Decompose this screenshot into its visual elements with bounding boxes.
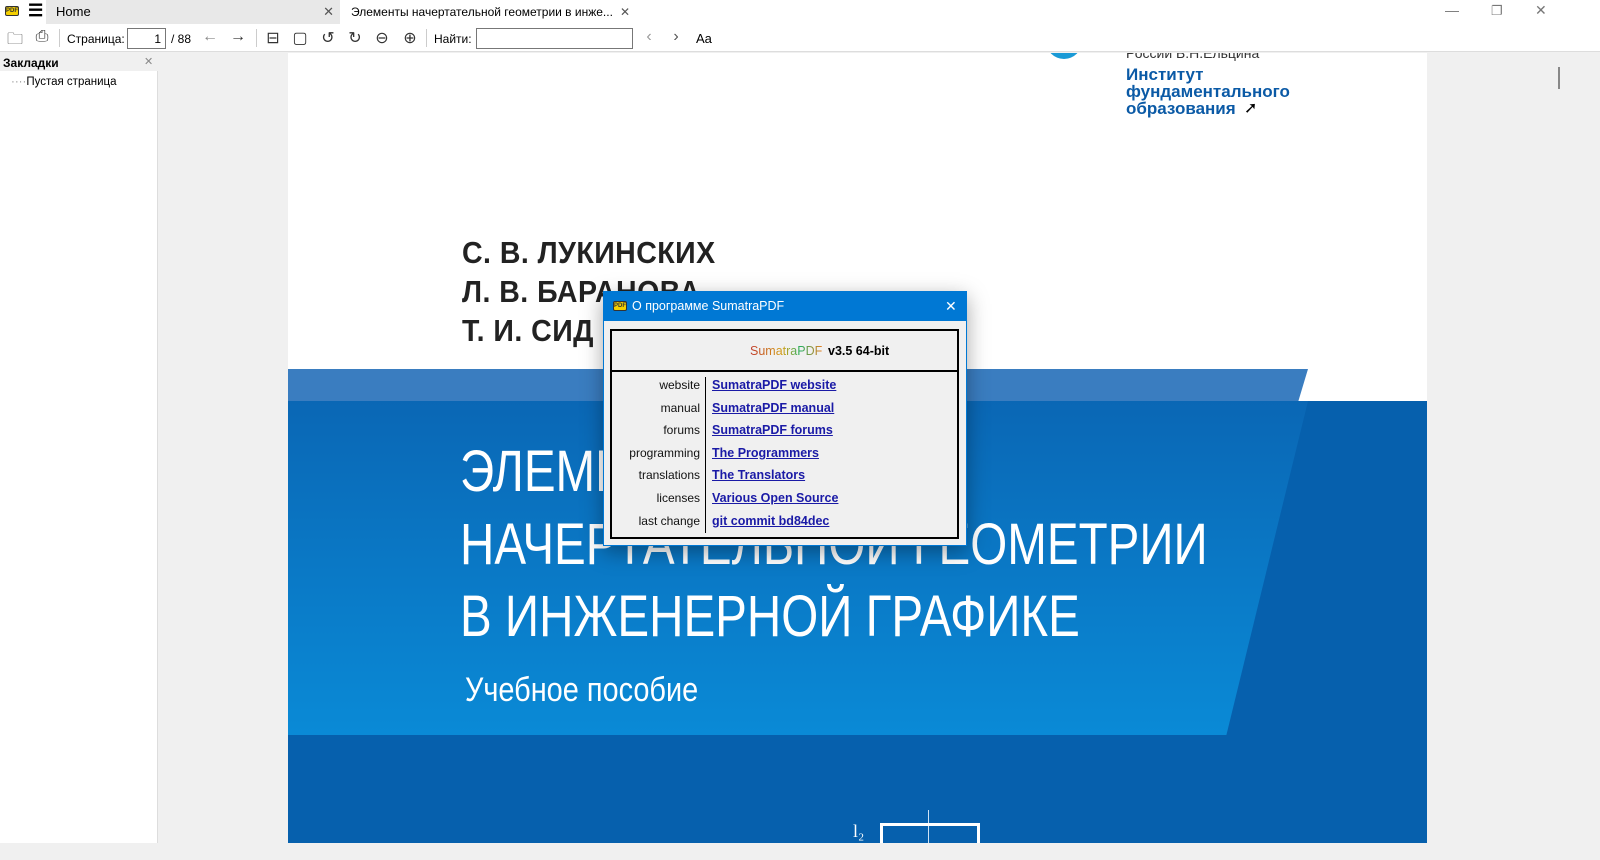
about-row-link[interactable]: git commit bd84dec xyxy=(712,514,829,528)
about-row-label: manual xyxy=(660,400,700,415)
app-logo-icon: PDF xyxy=(613,301,627,311)
about-box: SumatraPDF v3.5 64-bit website SumatraPD… xyxy=(610,329,959,539)
scrollbar-thumb[interactable] xyxy=(1558,67,1560,89)
about-row-label: licenses xyxy=(656,491,700,505)
next-page-icon[interactable]: → xyxy=(227,28,249,46)
about-row-link[interactable]: The Translators xyxy=(712,468,805,482)
close-sidebar-icon[interactable]: ✕ xyxy=(144,55,153,68)
scrollbar[interactable] xyxy=(1558,53,1600,843)
about-row-label: programming xyxy=(629,445,700,460)
tab-label: Home xyxy=(56,4,91,19)
print-icon[interactable]: ⎙ xyxy=(31,28,53,46)
university-logo-icon xyxy=(1046,53,1082,59)
about-row-link[interactable]: SumatraPDF website xyxy=(712,378,836,392)
menu-icon[interactable]: ☰ xyxy=(28,2,43,19)
toolbar: 🗀 ⎙ Страница: 1 / 88 ← → ⊟ ▢ ↺ ↻ ⊖ ⊕ Най… xyxy=(0,24,1600,52)
about-row-link[interactable]: Various Open Source xyxy=(712,491,838,505)
about-header: SumatraPDF v3.5 64-bit xyxy=(612,331,957,372)
sidebar-title: Закладки xyxy=(3,56,59,70)
close-icon[interactable]: ✕ xyxy=(323,0,334,24)
dialog-close-button[interactable]: ✕ xyxy=(945,292,957,321)
app-logo-icon: PDF xyxy=(5,6,19,16)
about-row-label: translations xyxy=(638,468,700,483)
page-label: Страница: xyxy=(67,32,125,46)
about-row-label: website xyxy=(659,378,700,392)
document-subtitle: Учебное пособие xyxy=(465,671,699,709)
bookmark-label: Пустая страница xyxy=(26,76,117,88)
open-folder-icon[interactable]: 🗀 xyxy=(4,28,26,55)
minimize-button[interactable]: — xyxy=(1445,2,1459,18)
single-page-icon[interactable]: ▢ xyxy=(289,28,311,48)
document-title-line: В ИНЖЕНЕРНОЙ ГРАФИКЕ xyxy=(460,584,1080,649)
about-row-link[interactable]: The Programmers xyxy=(712,446,819,460)
zoom-in-icon[interactable]: ⊕ xyxy=(399,28,421,48)
match-case-button[interactable]: Aa xyxy=(696,31,712,46)
author: С. В. ЛУКИНСКИХ xyxy=(462,235,716,270)
mouse-cursor-icon: ➚ xyxy=(1244,100,1258,117)
about-row-link[interactable]: SumatraPDF manual xyxy=(712,401,834,415)
dialog-title: О программе SumatraPDF xyxy=(632,299,785,313)
find-prev-icon[interactable]: ‹ xyxy=(638,28,660,46)
figure-shape xyxy=(880,823,980,843)
find-input[interactable] xyxy=(476,28,633,49)
institute-name: Институт фундаментального образования xyxy=(1126,65,1290,118)
restore-button[interactable]: ❐ xyxy=(1491,3,1503,19)
close-window-button[interactable]: ✕ xyxy=(1535,2,1547,19)
header-text: России Б.Н.Ельцина xyxy=(1126,53,1260,61)
separator xyxy=(426,29,427,47)
about-row-label: forums xyxy=(663,423,700,438)
divider xyxy=(705,377,706,533)
zoom-out-icon[interactable]: ⊖ xyxy=(371,28,393,48)
tab-label: Элементы начертательной геометрии в инже… xyxy=(351,5,613,19)
tab-document[interactable]: Элементы начертательной геометрии в инже… xyxy=(341,0,636,24)
about-dialog: PDF О программе SumatraPDF ✕ SumatraPDF … xyxy=(603,291,967,546)
figure-label: l₂ xyxy=(853,821,865,841)
continuous-layout-icon[interactable]: ⊟ xyxy=(262,28,284,48)
bookmarks-sidebar: Закладки ✕ ····Пустая страница xyxy=(0,53,158,843)
page-total: / 88 xyxy=(171,32,192,46)
bookmark-item[interactable]: ····Пустая страница xyxy=(11,76,117,88)
about-row-label: last change xyxy=(638,513,700,528)
app-version: v3.5 64-bit xyxy=(828,344,890,358)
close-icon[interactable]: ✕ xyxy=(620,0,630,24)
dialog-title-bar: PDF О программе SumatraPDF ✕ xyxy=(604,292,966,321)
separator xyxy=(59,29,60,47)
find-label: Найти: xyxy=(434,32,472,46)
title-bar: PDF ☰ Home ✕ Элементы начертательной гео… xyxy=(0,0,1600,24)
rotate-right-icon[interactable]: ↻ xyxy=(344,28,366,48)
separator xyxy=(256,29,257,47)
tree-line-icon: ···· xyxy=(11,76,27,88)
author: Т. И. СИД xyxy=(462,313,594,348)
tab-home[interactable]: Home ✕ xyxy=(46,0,340,24)
prev-page-icon[interactable]: ← xyxy=(199,28,221,46)
find-next-icon[interactable]: › xyxy=(665,28,687,46)
rotate-left-icon[interactable]: ↺ xyxy=(317,28,339,48)
app-name: SumatraPDF xyxy=(750,344,823,358)
page-input[interactable]: 1 xyxy=(127,28,166,49)
about-row-link[interactable]: SumatraPDF forums xyxy=(712,423,833,437)
